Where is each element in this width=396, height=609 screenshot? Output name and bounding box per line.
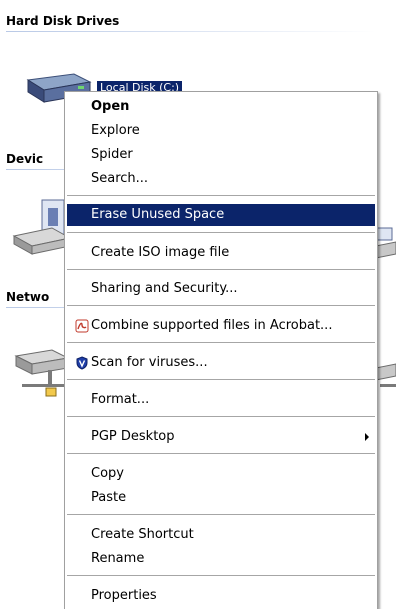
menu-item-scan-viruses[interactable]: Scan for viruses... xyxy=(67,352,375,374)
menu-item-label: PGP Desktop xyxy=(91,429,175,444)
menu-item-label: Properties xyxy=(91,588,157,603)
section-divider xyxy=(6,31,376,32)
menu-item-search[interactable]: Search... xyxy=(67,168,375,190)
menu-item-label: Open xyxy=(91,99,130,114)
section-title: Devic xyxy=(6,152,44,166)
device-drive-icon-right[interactable] xyxy=(375,226,396,269)
menu-item-label: Create ISO image file xyxy=(91,245,230,260)
menu-separator xyxy=(67,342,375,344)
menu-item-label: Erase Unused Space xyxy=(91,207,225,222)
menu-separator xyxy=(67,453,375,455)
section-title: Hard Disk Drives xyxy=(6,14,120,28)
shield-icon xyxy=(75,356,89,370)
menu-item-create-shortcut[interactable]: Create Shortcut xyxy=(67,524,375,546)
menu-item-label: Scan for viruses... xyxy=(91,355,208,370)
device-drive-icon[interactable] xyxy=(12,198,72,261)
menu-item-label: Search... xyxy=(91,171,149,186)
menu-item-properties[interactable]: Properties xyxy=(67,585,375,607)
section-hard-disk-drives: Hard Disk Drives xyxy=(6,14,396,32)
menu-item-open[interactable]: Open xyxy=(67,96,375,118)
menu-separator xyxy=(67,232,375,234)
menu-separator xyxy=(67,305,375,307)
network-drive-icon-right[interactable] xyxy=(375,362,396,393)
menu-item-label: Format... xyxy=(91,392,150,407)
menu-separator xyxy=(67,514,375,516)
submenu-arrow-icon xyxy=(365,433,369,441)
menu-separator xyxy=(67,195,375,197)
menu-item-label: Paste xyxy=(91,490,127,505)
menu-item-pgp-desktop[interactable]: PGP Desktop xyxy=(67,426,375,448)
menu-item-sharing-security[interactable]: Sharing and Security... xyxy=(67,278,375,300)
acrobat-icon xyxy=(75,319,89,333)
menu-item-label: Create Shortcut xyxy=(91,527,194,542)
section-title: Netwo xyxy=(6,290,50,304)
menu-item-explore[interactable]: Explore xyxy=(67,120,375,142)
menu-item-spider[interactable]: Spider xyxy=(67,144,375,166)
menu-separator xyxy=(67,575,375,577)
menu-separator xyxy=(67,416,375,418)
menu-item-label: Explore xyxy=(91,123,140,138)
menu-item-paste[interactable]: Paste xyxy=(67,487,375,509)
menu-item-label: Copy xyxy=(91,466,124,481)
menu-item-label: Sharing and Security... xyxy=(91,281,238,296)
menu-separator xyxy=(67,379,375,381)
menu-item-label: Rename xyxy=(91,551,145,566)
menu-separator xyxy=(67,269,375,271)
menu-item-copy[interactable]: Copy xyxy=(67,463,375,485)
context-menu: Open Explore Spider Search... Erase Unus… xyxy=(64,91,378,609)
menu-item-label: Spider xyxy=(91,147,133,162)
menu-item-rename[interactable]: Rename xyxy=(67,548,375,570)
menu-item-create-iso[interactable]: Create ISO image file xyxy=(67,242,375,264)
menu-item-erase-unused-space[interactable]: Erase Unused Space xyxy=(67,204,375,226)
menu-item-label: Combine supported files in Acrobat... xyxy=(91,318,333,333)
menu-item-combine-acrobat[interactable]: Combine supported files in Acrobat... xyxy=(67,315,375,337)
network-drive-icon[interactable] xyxy=(12,346,72,403)
menu-item-format[interactable]: Format... xyxy=(67,389,375,411)
